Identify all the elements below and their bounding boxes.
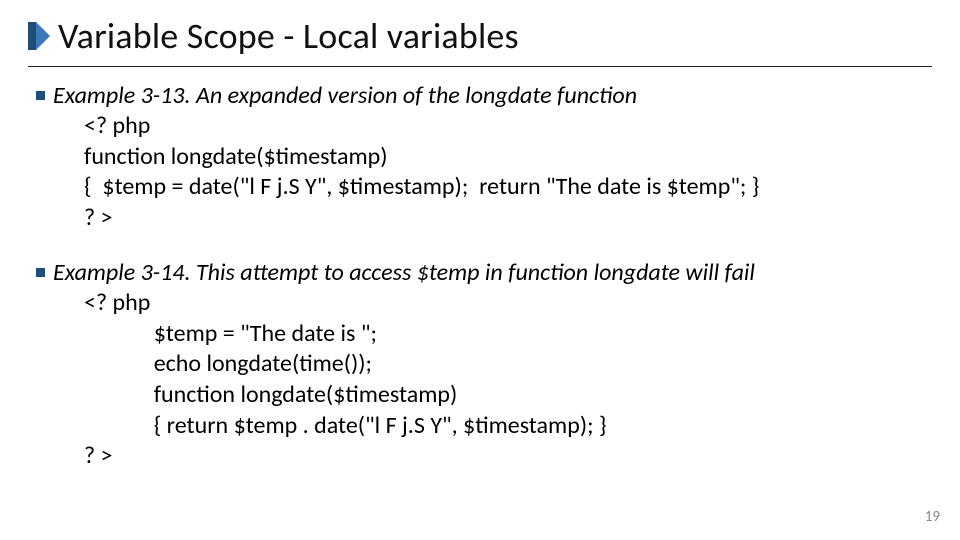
content: Example 3-13. An expanded version of the…: [28, 81, 932, 472]
title-row: Variable Scope - Local variables: [28, 14, 932, 58]
code-line: ? >: [84, 203, 932, 234]
slide: Variable Scope - Local variables Example…: [0, 0, 960, 540]
code-line: { $temp = date("l F j.S Y", $timestamp);…: [84, 172, 932, 203]
example-1-title: Example 3-13. An expanded version of the…: [53, 81, 637, 111]
example-2-heading: Example 3-14. This attempt to access $te…: [36, 258, 932, 288]
title-bullet-icon: [28, 22, 50, 50]
bullet-square-icon: [36, 91, 45, 100]
example-1-heading: Example 3-13. An expanded version of the…: [36, 81, 932, 111]
title-divider: [28, 66, 932, 67]
example-1-code: <? php function longdate($timestamp) { $…: [36, 111, 932, 234]
code-line: function longdate($timestamp): [84, 142, 932, 173]
example-2-title: Example 3-14. This attempt to access $te…: [53, 258, 755, 288]
code-line: { return $temp . date("l F j.S Y", $time…: [84, 411, 932, 442]
bullet-square-icon: [36, 268, 45, 277]
code-line: <? php: [84, 288, 932, 319]
example-2: Example 3-14. This attempt to access $te…: [36, 258, 932, 472]
code-line: <? php: [84, 111, 932, 142]
slide-title: Variable Scope - Local variables: [58, 14, 519, 58]
code-line: function longdate($timestamp): [84, 380, 932, 411]
code-line: $temp = "The date is ";: [84, 319, 932, 350]
page-number: 19: [925, 508, 940, 526]
example-2-code: <? php $temp = "The date is "; echo long…: [36, 288, 932, 472]
code-line: echo longdate(time());: [84, 349, 932, 380]
example-1: Example 3-13. An expanded version of the…: [36, 81, 932, 234]
code-line: ? >: [84, 441, 932, 472]
